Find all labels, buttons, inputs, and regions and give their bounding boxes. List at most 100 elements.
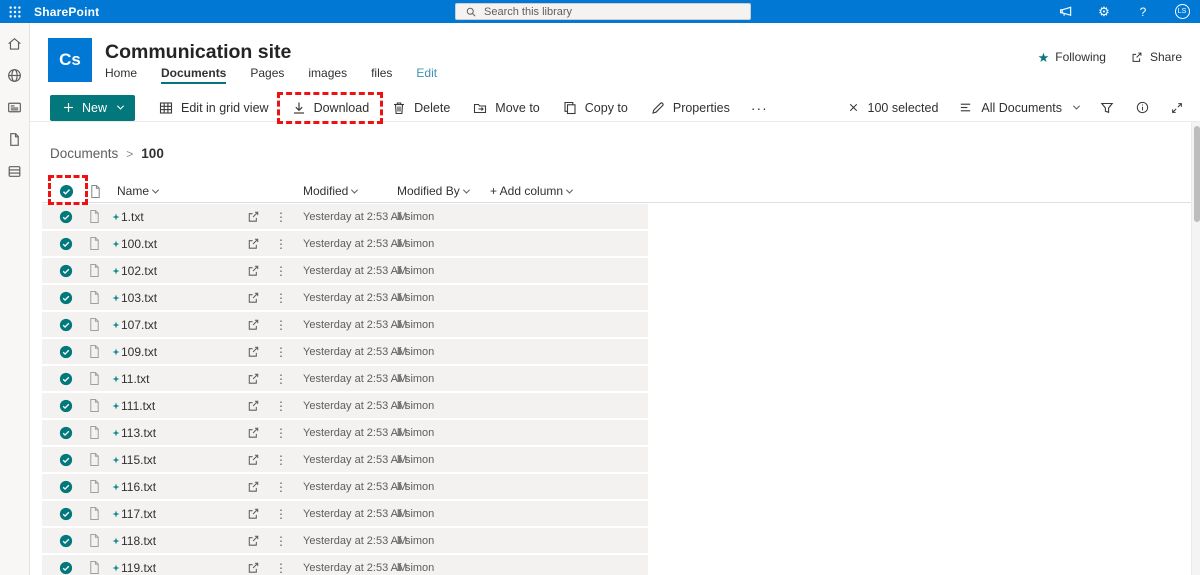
column-header-name[interactable]: Name xyxy=(117,179,158,203)
edit-in-grid-view-button[interactable]: Edit in grid view xyxy=(147,94,280,122)
app-launcher-waffle-icon[interactable] xyxy=(0,0,30,23)
row-more-actions-icon[interactable]: ⋮ xyxy=(275,312,287,337)
document-icon[interactable] xyxy=(6,131,23,148)
row-share-icon[interactable] xyxy=(246,285,261,310)
row-selected-checkbox[interactable] xyxy=(59,366,73,391)
row-more-actions-icon[interactable]: ⋮ xyxy=(275,204,287,229)
row-share-icon[interactable] xyxy=(246,258,261,283)
copy-to-button[interactable]: Copy to xyxy=(551,94,639,122)
scrollbar-thumb[interactable] xyxy=(1194,126,1200,222)
breadcrumb-current-folder[interactable]: 100 xyxy=(141,146,164,161)
site-logo[interactable]: Cs xyxy=(48,38,92,82)
file-name-link[interactable]: 119.txt xyxy=(121,555,156,575)
row-more-actions-icon[interactable]: ⋮ xyxy=(275,555,287,575)
following-button[interactable]: ★ Following xyxy=(1038,50,1106,64)
row-selected-checkbox[interactable] xyxy=(59,528,73,553)
vertical-scrollbar[interactable] xyxy=(1191,122,1200,575)
file-name-link[interactable]: 111.txt xyxy=(121,393,155,418)
download-button[interactable]: Download xyxy=(280,94,381,122)
row-more-actions-icon[interactable]: ⋮ xyxy=(275,285,287,310)
row-selected-checkbox[interactable] xyxy=(59,339,73,364)
row-share-icon[interactable] xyxy=(246,312,261,337)
row-share-icon[interactable] xyxy=(246,366,261,391)
column-header-modified-by[interactable]: Modified By xyxy=(397,179,469,203)
file-name-link[interactable]: 118.txt xyxy=(121,528,156,553)
search-input[interactable]: Search this library xyxy=(455,3,751,20)
globe-icon[interactable] xyxy=(6,67,23,84)
row-share-icon[interactable] xyxy=(246,393,261,418)
row-more-actions-icon[interactable]: ⋮ xyxy=(275,366,287,391)
file-name-link[interactable]: 11.txt xyxy=(121,366,149,391)
row-more-actions-icon[interactable]: ⋮ xyxy=(275,258,287,283)
table-row[interactable]: 116.txt ⋮ Yesterday at 2:53 AM li simon xyxy=(42,474,648,499)
row-more-actions-icon[interactable]: ⋮ xyxy=(275,447,287,472)
row-more-actions-icon[interactable]: ⋮ xyxy=(275,420,287,445)
row-selected-checkbox[interactable] xyxy=(59,474,73,499)
file-name-link[interactable]: 1.txt xyxy=(121,204,144,229)
row-share-icon[interactable] xyxy=(246,420,261,445)
share-button[interactable]: Share xyxy=(1130,50,1182,64)
row-more-actions-icon[interactable]: ⋮ xyxy=(275,474,287,499)
row-share-icon[interactable] xyxy=(246,555,261,575)
news-icon[interactable] xyxy=(6,99,23,116)
row-selected-checkbox[interactable] xyxy=(59,420,73,445)
view-selector-dropdown[interactable]: All Documents xyxy=(958,100,1079,115)
table-row[interactable]: 100.txt ⋮ Yesterday at 2:53 AM li simon xyxy=(42,231,648,256)
table-row[interactable]: 103.txt ⋮ Yesterday at 2:53 AM li simon xyxy=(42,285,648,310)
row-more-actions-icon[interactable]: ⋮ xyxy=(275,528,287,553)
table-row[interactable]: 109.txt ⋮ Yesterday at 2:53 AM li simon xyxy=(42,339,648,364)
info-icon[interactable] xyxy=(1135,100,1150,115)
file-name-link[interactable]: 103.txt xyxy=(121,285,157,310)
row-selected-checkbox[interactable] xyxy=(59,258,73,283)
row-more-actions-icon[interactable]: ⋮ xyxy=(275,231,287,256)
table-row[interactable]: 119.txt ⋮ Yesterday at 2:53 AM li simon xyxy=(42,555,648,575)
properties-button[interactable]: Properties xyxy=(639,94,741,122)
column-header-modified[interactable]: Modified xyxy=(303,179,357,203)
expand-fullscreen-icon[interactable] xyxy=(1170,101,1184,115)
table-row[interactable]: 102.txt ⋮ Yesterday at 2:53 AM li simon xyxy=(42,258,648,283)
row-more-actions-icon[interactable]: ⋮ xyxy=(275,339,287,364)
table-row[interactable]: 117.txt ⋮ Yesterday at 2:53 AM li simon xyxy=(42,501,648,526)
nav-home[interactable]: Home xyxy=(105,66,137,80)
table-row[interactable]: 111.txt ⋮ Yesterday at 2:53 AM li simon xyxy=(42,393,648,418)
row-more-actions-icon[interactable]: ⋮ xyxy=(275,393,287,418)
home-icon[interactable] xyxy=(6,35,23,52)
profile-avatar[interactable]: LS xyxy=(1174,4,1190,20)
row-share-icon[interactable] xyxy=(246,528,261,553)
table-row[interactable]: 118.txt ⋮ Yesterday at 2:53 AM li simon xyxy=(42,528,648,553)
row-share-icon[interactable] xyxy=(246,447,261,472)
filter-funnel-icon[interactable] xyxy=(1099,100,1115,116)
row-selected-checkbox[interactable] xyxy=(59,447,73,472)
row-more-actions-icon[interactable]: ⋮ xyxy=(275,501,287,526)
row-selected-checkbox[interactable] xyxy=(59,312,73,337)
row-share-icon[interactable] xyxy=(246,501,261,526)
row-selected-checkbox[interactable] xyxy=(59,231,73,256)
row-selected-checkbox[interactable] xyxy=(59,285,73,310)
table-row[interactable]: 1.txt ⋮ Yesterday at 2:53 AM li simon xyxy=(42,204,648,229)
file-name-link[interactable]: 117.txt xyxy=(121,501,156,526)
row-share-icon[interactable] xyxy=(246,339,261,364)
file-name-link[interactable]: 102.txt xyxy=(121,258,157,283)
breadcrumb-documents[interactable]: Documents xyxy=(50,146,118,161)
file-name-link[interactable]: 116.txt xyxy=(121,474,156,499)
list-icon[interactable] xyxy=(6,163,23,180)
file-name-link[interactable]: 100.txt xyxy=(121,231,157,256)
delete-button[interactable]: Delete xyxy=(380,94,461,122)
row-selected-checkbox[interactable] xyxy=(59,204,73,229)
nav-files[interactable]: files xyxy=(371,66,392,80)
table-row[interactable]: 107.txt ⋮ Yesterday at 2:53 AM li simon xyxy=(42,312,648,337)
file-name-link[interactable]: 107.txt xyxy=(121,312,157,337)
nav-pages[interactable]: Pages xyxy=(250,66,284,80)
row-share-icon[interactable] xyxy=(246,231,261,256)
move-to-button[interactable]: Move to xyxy=(461,94,550,122)
megaphone-icon[interactable] xyxy=(1057,4,1073,20)
clear-selection-button[interactable]: 100 selected xyxy=(847,101,939,115)
new-button[interactable]: New xyxy=(50,95,135,121)
nav-images[interactable]: images xyxy=(308,66,347,80)
sharepoint-brand-label[interactable]: SharePoint xyxy=(34,5,99,19)
row-selected-checkbox[interactable] xyxy=(59,393,73,418)
add-column-button[interactable]: + Add column xyxy=(490,179,572,203)
overflow-menu-button[interactable]: ··· xyxy=(741,100,778,116)
row-share-icon[interactable] xyxy=(246,474,261,499)
file-name-link[interactable]: 113.txt xyxy=(121,420,156,445)
